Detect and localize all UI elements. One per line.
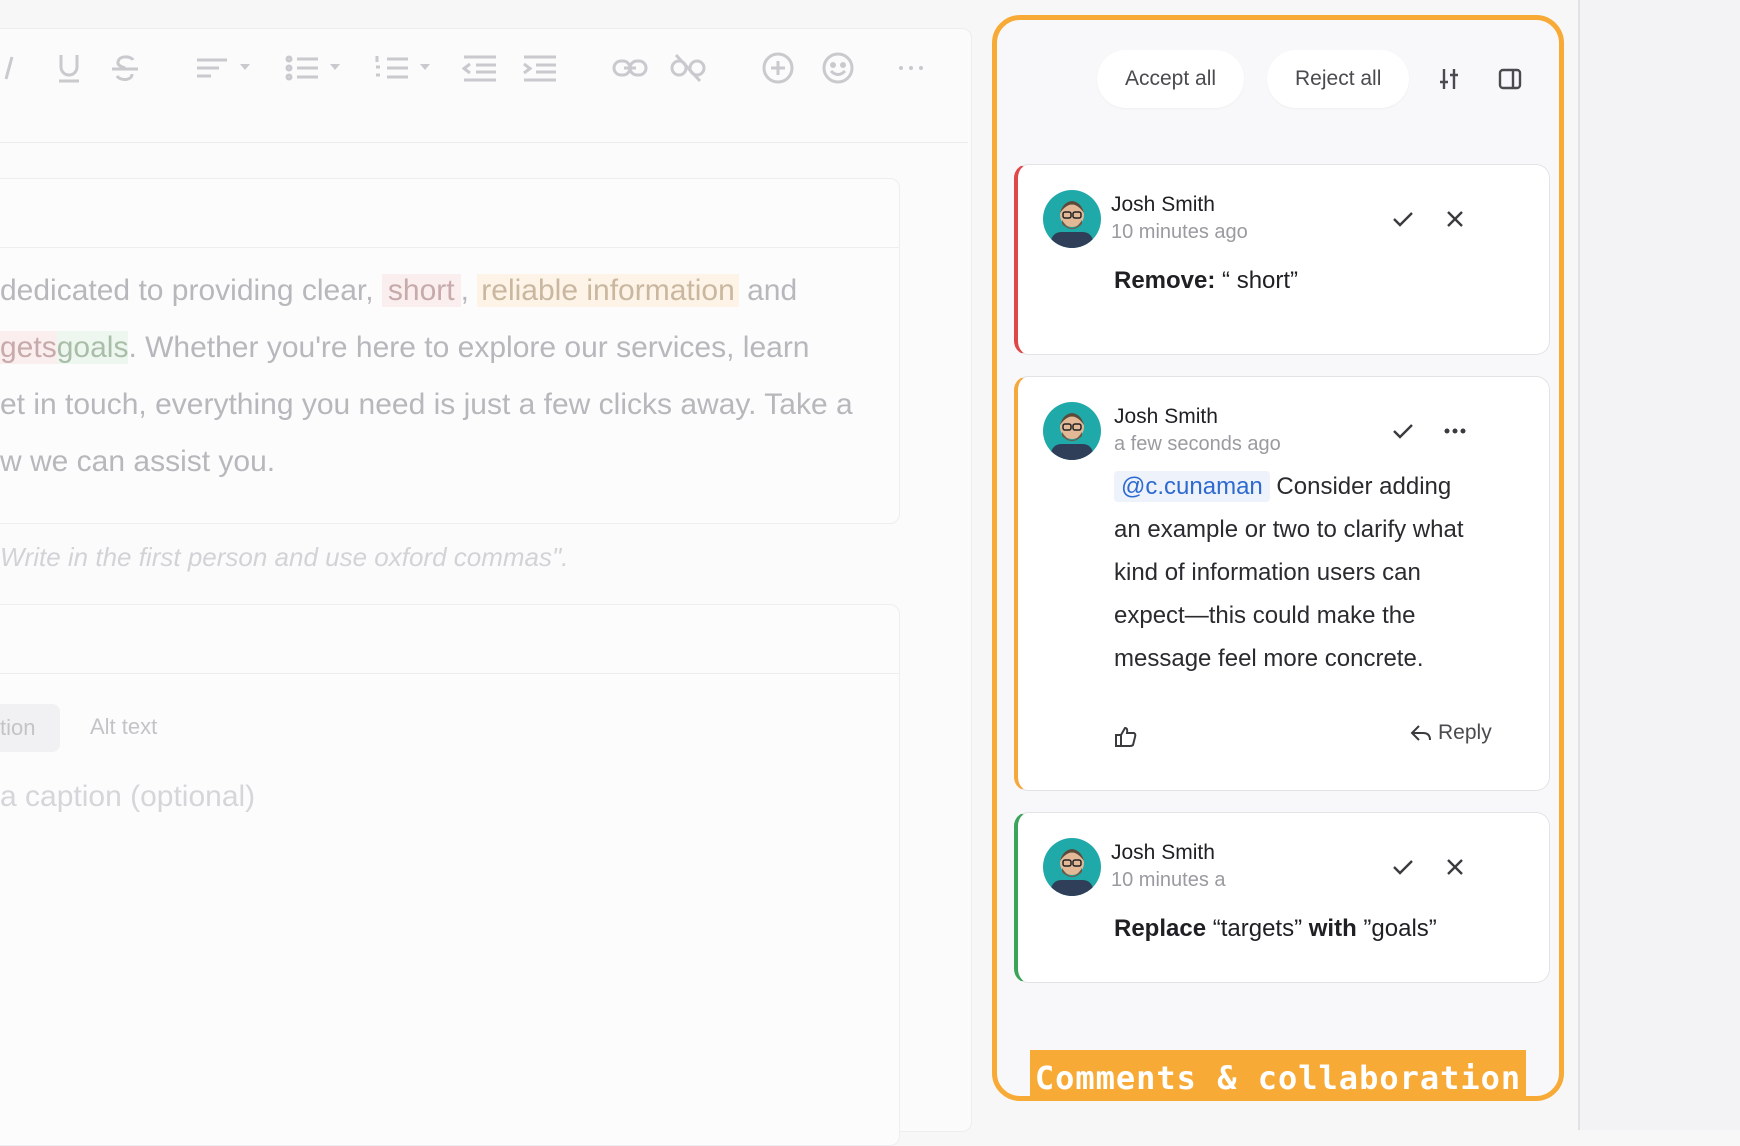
comment-line: expect—this could make the [1114,602,1416,629]
indent-icon[interactable] [522,50,558,86]
accept-all-button[interactable]: Accept all [1097,50,1245,108]
tab-caption[interactable]: tion [0,704,60,752]
avatar [1043,402,1101,460]
comments-panel: Accept all Reject all Josh Smith 10 minu… [992,15,1564,1101]
ai-prompt-hint: Write in the first person and use oxford… [0,542,569,572]
reject-close-icon[interactable] [1439,203,1471,235]
suggestion-text: Replace “targets” with ”goals” [1114,915,1437,942]
right-gutter [1580,0,1740,1130]
comment-timestamp: 10 minutes a [1111,869,1226,891]
strikethrough-icon[interactable] [108,50,142,86]
comment-line: kind of information users can [1114,559,1421,586]
suggestion-card-remove[interactable]: Josh Smith 10 minutes ago Remove: “ shor… [1014,164,1550,355]
comment-line: message feel more concrete. [1114,645,1424,672]
unlink-icon[interactable] [670,50,706,86]
suggestion-text: Remove: “ short” [1114,267,1299,294]
more-options-icon[interactable] [896,50,926,86]
filter-settings-icon[interactable] [1434,64,1464,94]
formatting-toolbar [0,30,968,143]
reply-arrow-icon [1410,725,1431,741]
comment-line: an example or two to clarify what [1114,516,1464,543]
reject-close-icon[interactable] [1439,851,1471,883]
replaced-text-highlight[interactable]: gets [0,331,57,364]
reply-label: Reply [1438,721,1492,744]
link-icon[interactable] [612,50,648,86]
comment-line: @c.cunaman Consider adding [1114,465,1524,508]
resolve-check-icon[interactable] [1387,415,1419,447]
comment-author: Josh Smith [1111,193,1215,216]
comment-timestamp: a few seconds ago [1114,433,1281,455]
add-comment-icon[interactable] [760,50,796,86]
underline-icon[interactable] [52,50,86,86]
avatar [1043,190,1101,248]
numbered-list-icon[interactable] [374,50,434,86]
paragraph-line: et in touch, everything you need is just… [0,388,853,421]
removed-text-highlight[interactable]: short [381,274,461,307]
avatar [1043,838,1101,896]
comment-author: Josh Smith [1114,405,1218,428]
accept-check-icon[interactable] [1387,851,1419,883]
user-mention[interactable]: @c.cunaman [1114,471,1270,502]
comment-body: @c.cunaman Consider adding an example or… [1114,465,1524,680]
editor-area: dedicated to providing clear, short, rel… [0,0,972,1146]
feature-banner: Comments & collaboration [1030,1050,1526,1096]
caption-input[interactable]: a caption (optional) [0,780,255,814]
comment-card[interactable]: Josh Smith a few seconds ago @c.cunaman … [1014,376,1550,791]
commented-text-highlight[interactable]: reliable information [477,274,739,307]
reject-all-button[interactable]: Reject all [1267,50,1410,108]
thumbs-up-icon[interactable] [1114,725,1138,754]
comment-author: Josh Smith [1111,841,1215,864]
suggestion-card-replace[interactable]: Josh Smith 10 minutes a Replace “targets… [1014,812,1550,983]
image-block-card [0,604,900,1146]
toggle-sidebar-icon[interactable] [1495,64,1525,94]
outdent-icon[interactable] [462,50,498,86]
more-options-icon[interactable] [1439,415,1471,447]
paragraph-line: dedicated to providing clear, short, rel… [0,274,798,307]
paragraph-line: w we can assist you. [0,445,276,478]
emoji-icon[interactable] [820,50,856,86]
bullet-list-icon[interactable] [284,50,344,86]
reply-button[interactable]: Reply [1410,721,1492,745]
accept-check-icon[interactable] [1387,203,1419,235]
italic-icon[interactable] [0,50,20,86]
document-paragraph[interactable]: dedicated to providing clear, short, rel… [0,262,880,490]
align-dropdown-icon[interactable] [194,50,254,86]
inserted-text-highlight[interactable]: goals [56,331,129,364]
comment-timestamp: 10 minutes ago [1111,221,1248,243]
tab-alt-text[interactable]: Alt text [90,714,157,740]
paragraph-line: getsgoals. Whether you're here to explor… [0,331,810,364]
